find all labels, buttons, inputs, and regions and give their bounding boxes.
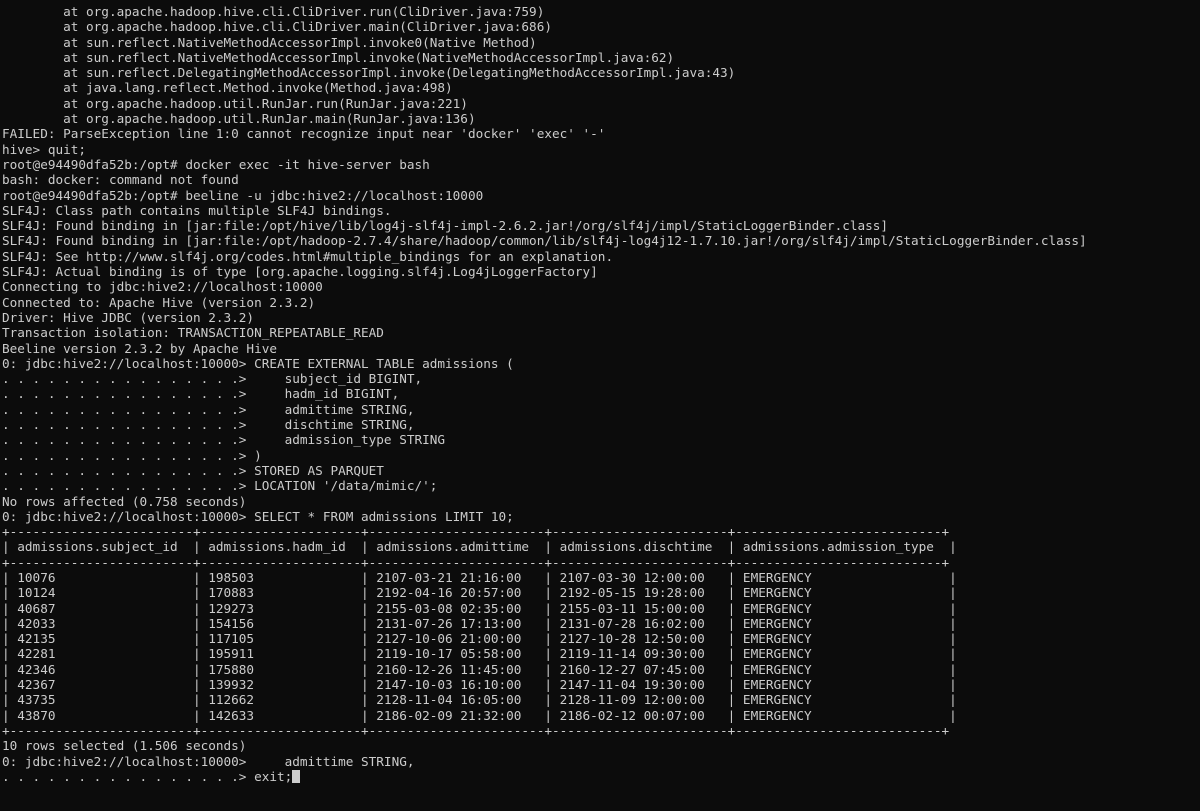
terminal-line: at org.apache.hadoop.hive.cli.CliDriver.…: [2, 4, 545, 19]
terminal-line: . . . . . . . . . . . . . . . .> hadm_id…: [2, 386, 400, 402]
table-row: | 40687 | 129273 | 2155-03-08 02:35:00 |…: [2, 600, 957, 616]
cursor: [292, 769, 301, 783]
terminal-line: root@e94490dfa52b:/opt# docker exec -it …: [2, 156, 430, 172]
terminal-line: SLF4J: Found binding in [jar:file:/opt/h…: [2, 233, 1087, 249]
table-header: | admissions.subject_id | admissions.had…: [2, 539, 957, 555]
terminal-line: . . . . . . . . . . . . . . . .> LOCATIO…: [2, 478, 438, 494]
table-row: | 42281 | 195911 | 2119-10-17 05:58:00 |…: [2, 646, 957, 662]
table-row: | 43735 | 112662 | 2128-11-04 16:05:00 |…: [2, 692, 957, 708]
terminal-line: SLF4J: See http://www.slf4j.org/codes.ht…: [2, 248, 614, 264]
terminal-line: Beeline version 2.3.2 by Apache Hive: [2, 340, 277, 356]
terminal-line: . . . . . . . . . . . . . . . .> admissi…: [2, 432, 446, 448]
table-border: +------------------------+--------------…: [2, 722, 950, 738]
terminal-line: at sun.reflect.NativeMethodAccessorImpl.…: [2, 34, 537, 50]
current-input-text: . . . . . . . . . . . . . . . .> exit;: [2, 768, 293, 784]
terminal-line: 0: jdbc:hive2://localhost:10000> admitti…: [2, 753, 415, 769]
terminal-line: . . . . . . . . . . . . . . . .> dischti…: [2, 417, 415, 433]
table-row: | 42367 | 139932 | 2147-10-03 16:10:00 |…: [2, 677, 957, 693]
terminal-line: Connecting to jdbc:hive2://localhost:100…: [2, 279, 323, 295]
terminal-line: SLF4J: Actual binding is of type [org.ap…: [2, 264, 598, 280]
table-row: | 10124 | 170883 | 2192-04-16 20:57:00 |…: [2, 585, 957, 601]
terminal-line: hive> quit;: [2, 141, 87, 157]
terminal-line: 10 rows selected (1.506 seconds): [2, 738, 247, 754]
terminal-line: at sun.reflect.DelegatingMethodAccessorI…: [2, 65, 736, 81]
table-row: | 10076 | 198503 | 2107-03-21 21:16:00 |…: [2, 569, 957, 585]
table-row: | 42135 | 117105 | 2127-10-06 21:00:00 |…: [2, 631, 957, 647]
terminal-line: . . . . . . . . . . . . . . . .> subject…: [2, 371, 423, 387]
terminal-line: at org.apache.hadoop.util.RunJar.main(Ru…: [2, 111, 476, 127]
terminal-line: SLF4J: Found binding in [jar:file:/opt/h…: [2, 218, 889, 234]
current-input-line[interactable]: . . . . . . . . . . . . . . . .> exit;: [2, 769, 1200, 784]
terminal-line: at java.lang.reflect.Method.invoke(Metho…: [2, 80, 453, 96]
terminal-line: bash: docker: command not found: [2, 172, 239, 188]
table-border: +------------------------+--------------…: [2, 524, 950, 540]
terminal-line: Connected to: Apache Hive (version 2.3.2…: [2, 294, 316, 310]
terminal-line: 0: jdbc:hive2://localhost:10000> SELECT …: [2, 508, 514, 524]
terminal-line: root@e94490dfa52b:/opt# beeline -u jdbc:…: [2, 187, 484, 203]
terminal-line: . . . . . . . . . . . . . . . .> STORED …: [2, 462, 384, 478]
terminal-line: . . . . . . . . . . . . . . . .> ): [2, 447, 262, 463]
table-row: | 42033 | 154156 | 2131-07-26 17:13:00 |…: [2, 615, 957, 631]
terminal-line: 0: jdbc:hive2://localhost:10000> CREATE …: [2, 355, 514, 371]
terminal-line: at org.apache.hadoop.hive.cli.CliDriver.…: [2, 19, 552, 35]
terminal-line: SLF4J: Class path contains multiple SLF4…: [2, 202, 392, 218]
terminal-line: No rows affected (0.758 seconds): [2, 493, 247, 509]
terminal-line: Driver: Hive JDBC (version 2.3.2): [2, 309, 255, 325]
terminal-line: at org.apache.hadoop.util.RunJar.run(Run…: [2, 95, 468, 111]
table-row: | 42346 | 175880 | 2160-12-26 11:45:00 |…: [2, 661, 957, 677]
table-row: | 43870 | 142633 | 2186-02-09 21:32:00 |…: [2, 707, 957, 723]
terminal-line: FAILED: ParseException line 1:0 cannot r…: [2, 126, 606, 142]
terminal-line: Transaction isolation: TRANSACTION_REPEA…: [2, 325, 384, 341]
table-border: +------------------------+--------------…: [2, 554, 950, 570]
terminal-window[interactable]: at org.apache.hadoop.hive.cli.CliDriver.…: [0, 0, 1200, 811]
terminal-line: at sun.reflect.NativeMethodAccessorImpl.…: [2, 49, 675, 65]
terminal-line: . . . . . . . . . . . . . . . .> admitti…: [2, 401, 415, 417]
